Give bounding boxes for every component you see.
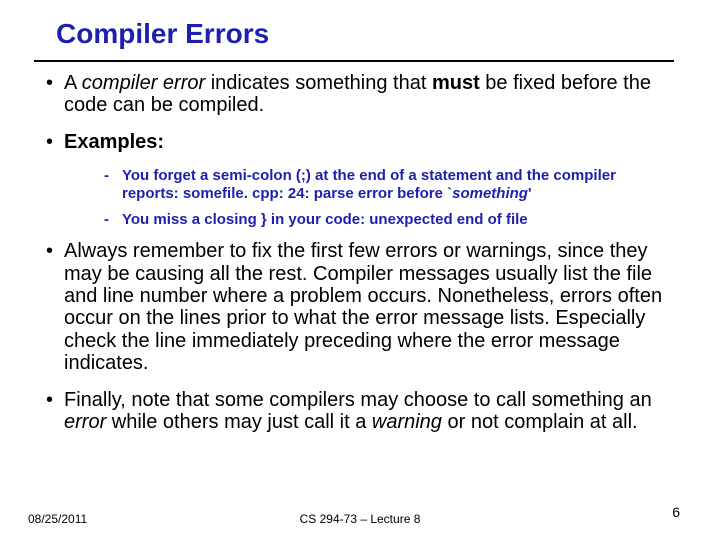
text-italic: compiler error <box>82 72 205 94</box>
footer-course: CS 294-73 – Lecture 8 <box>0 512 720 526</box>
text-italic: error <box>64 411 106 433</box>
title-divider <box>34 60 674 62</box>
slide-title: Compiler Errors <box>56 18 269 50</box>
text: while others may just call it a <box>106 411 372 433</box>
slide: Compiler Errors A compiler error indicat… <box>0 0 720 540</box>
text: indicates something that <box>205 72 432 94</box>
text-bold: Examples: <box>64 131 164 153</box>
text: You forget a semi-colon (;) at the end o… <box>122 167 616 202</box>
text: Always remember to fix the first few err… <box>64 240 662 374</box>
bullet-fix-first-errors: Always remember to fix the first few err… <box>44 240 664 374</box>
bullet-examples-heading: Examples: <box>44 131 664 153</box>
slide-body: A compiler error indicates something tha… <box>44 72 664 447</box>
subbullet-semicolon-example: You forget a semi-colon (;) at the end o… <box>104 167 662 202</box>
text: You miss a closing } in your code: unexp… <box>122 211 528 228</box>
text: ' <box>528 185 532 202</box>
bullet-error-vs-warning: Finally, note that some compilers may ch… <box>44 389 664 434</box>
text-bold: must <box>432 72 480 94</box>
subbullet-closing-brace-example: You miss a closing } in your code: unexp… <box>104 211 662 229</box>
text: or not complain at all. <box>442 411 638 433</box>
text-italic: something <box>452 185 528 202</box>
footer-page-number: 6 <box>672 504 680 520</box>
text-italic: warning <box>372 411 442 433</box>
text: Finally, note that some compilers may ch… <box>64 389 652 411</box>
text: A <box>64 72 82 94</box>
bullet-compiler-error-definition: A compiler error indicates something tha… <box>44 72 664 117</box>
